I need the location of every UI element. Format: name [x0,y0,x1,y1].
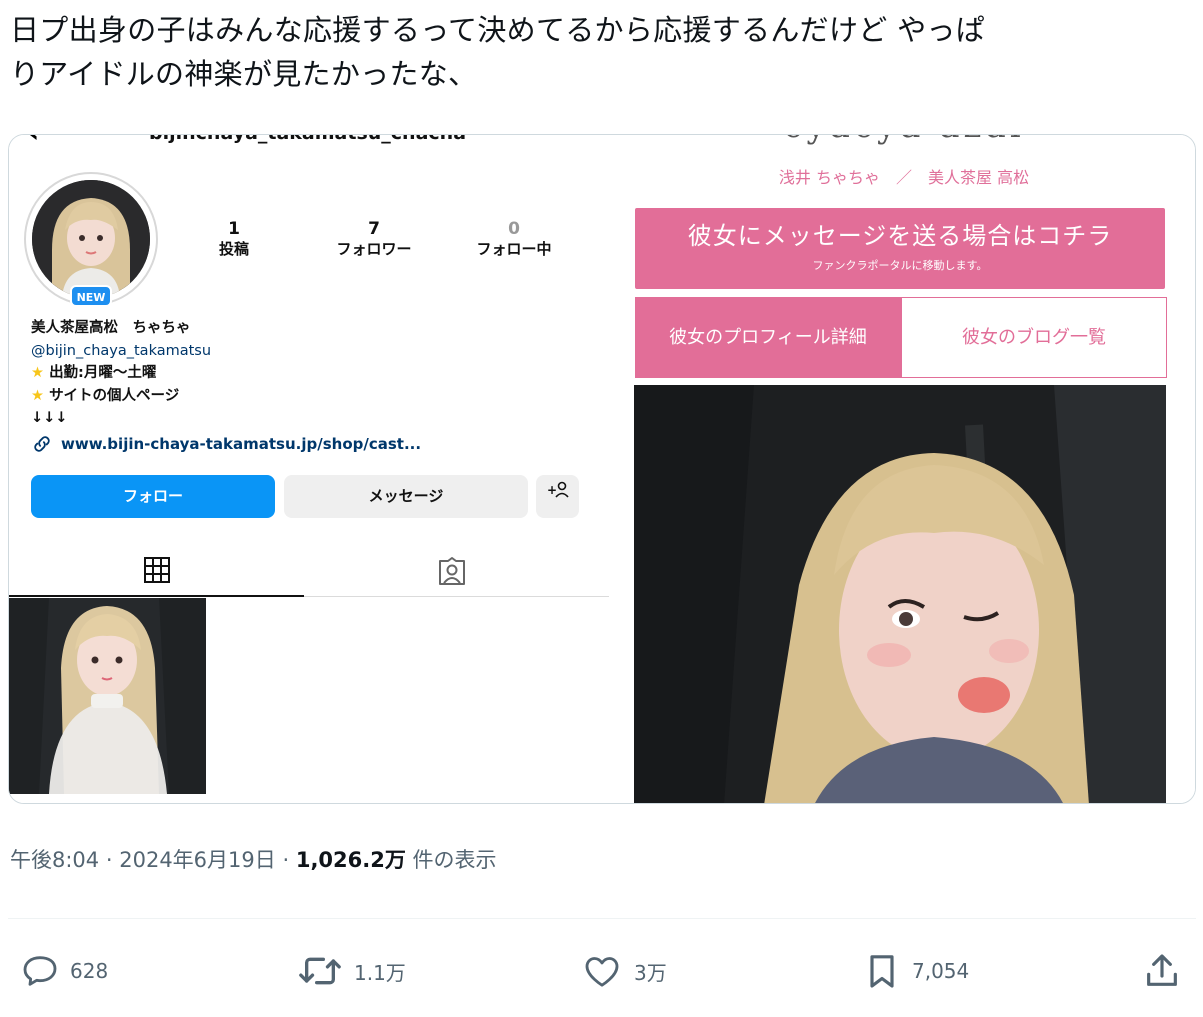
add-person-plus: + [547,483,557,497]
message-her-subtitle: ファンクラポータルに移動します。 [812,259,988,272]
tab-tagged[interactable] [304,545,599,597]
share-icon [1147,954,1177,986]
new-badge: NEW [70,285,112,307]
tweet-meta: 午後8:04 · 2024年6月19日 · 1,026.2万 件の表示 [10,842,497,878]
tweet-text-line-2: りアイドルの神楽が見たかったな、 [10,57,478,91]
add-person-icon: + [547,481,569,498]
stat-followers-label: フォロワー [336,240,412,258]
tweet-media[interactable]: ‹ bijinchaya_takamatsu_chacha ··· NEW [8,134,1196,804]
profile-detail-button[interactable]: 彼女のプロフィール詳細 [635,297,901,378]
tweet-time[interactable]: 午後8:04 [10,848,99,872]
shop-profile-screenshot[interactable]: cyacya azai 浅井 ちゃちゃ ／ 美人茶屋 高松 彼女にメッセージを送… [609,135,1195,803]
tweet-text: 日プ出身の子はみんな応援するって決めてるから応援するんだけど やっぱ りアイドル… [10,8,1200,96]
stat-followers-count: 7 [368,219,380,239]
bio-line-2: サイトの個人ページ [49,387,180,404]
more-icon: ··· [549,135,566,141]
stat-posts[interactable]: 1 投稿 [174,219,294,259]
message-her-banner[interactable]: 彼女にメッセージを送る場合はコチラ ファンクラポータルに移動します。 [635,208,1165,289]
instagram-top-handle: bijinchaya_takamatsu_chacha [149,135,466,143]
bio-name: 美人茶屋高松 ちゃちゃ [31,320,191,336]
back-icon: ‹ [27,135,39,148]
stat-following-label: フォロー中 [476,240,552,258]
star-icon: ★ [31,365,44,381]
instagram-top-bar: ‹ bijinchaya_takamatsu_chacha ··· [9,135,609,148]
brand-logo-text: cyacya azai [739,135,1069,143]
heart-icon [585,957,619,987]
tweet-text-line-1: 日プ出身の子はみんな応援するって決めてるから応援するんだけど やっぱ [10,13,985,47]
retweet-button[interactable]: 1.1万 [296,951,406,991]
bio-line-3: ↓↓↓ [31,410,68,426]
retweet-count: 1.1万 [354,960,406,985]
cast-photo [634,385,1166,803]
tweet-date[interactable]: 2024年6月19日 [119,848,276,872]
stat-following-count: 0 [508,219,520,239]
cast-name: 浅井 ちゃちゃ ／ 美人茶屋 高松 [778,168,1030,187]
view-count-suffix: 件の表示 [412,848,497,872]
stat-posts-label: 投稿 [218,240,249,258]
cast-photo-image [634,385,1166,803]
post-thumbnail[interactable] [9,598,206,794]
bio-handle[interactable]: @bijin_chaya_takamatsu [31,340,591,363]
share-button[interactable] [1142,951,1182,991]
bookmark-icon [870,955,894,988]
post-thumbnail-image [9,598,206,794]
stat-posts-count: 1 [228,219,240,239]
meta-separator: · [282,848,290,872]
bio-line-1: 出勤:月曜〜土曜 [49,365,157,381]
star-icon: ★ [31,387,44,404]
like-count: 3万 [634,960,667,985]
retweet-icon [299,957,341,985]
view-count: 1,026.2万 [295,848,406,872]
profile-tabs [9,545,609,597]
link-icon [34,436,50,452]
instagram-profile-screenshot[interactable]: ‹ bijinchaya_takamatsu_chacha ··· NEW [9,135,609,803]
reply-count: 628 [70,959,109,983]
blog-list-button[interactable]: 彼女のブログ一覧 [901,297,1167,378]
meta-separator: · [105,848,113,872]
divider [8,918,1196,919]
add-person-button[interactable]: + [536,475,579,518]
grid-icon [143,557,170,583]
bookmark-button[interactable]: 7,054 [862,951,969,991]
message-her-title: 彼女にメッセージを送る場合はコチラ [687,222,1113,250]
profile-link-text[interactable]: www.bijin-chaya-takamatsu.jp/shop/cast..… [61,435,421,453]
like-button[interactable]: 3万 [580,951,667,991]
follow-button[interactable]: フォロー [31,475,275,518]
tab-posts-grid[interactable] [9,545,304,597]
bookmark-count: 7,054 [912,959,970,983]
stat-following[interactable]: 0 フォロー中 [454,219,574,259]
reply-icon [23,956,57,986]
message-button[interactable]: メッセージ [284,475,528,518]
profile-link[interactable]: www.bijin-chaya-takamatsu.jp/shop/cast..… [31,433,421,455]
stat-followers[interactable]: 7 フォロワー [314,219,434,259]
avatar-portrait-image [32,180,150,298]
tagged-person-icon [438,557,465,585]
profile-bio: 美人茶屋高松 ちゃちゃ @bijin_chaya_takamatsu ★ 出勤:… [31,317,591,430]
reply-button[interactable]: 628 [20,951,108,991]
